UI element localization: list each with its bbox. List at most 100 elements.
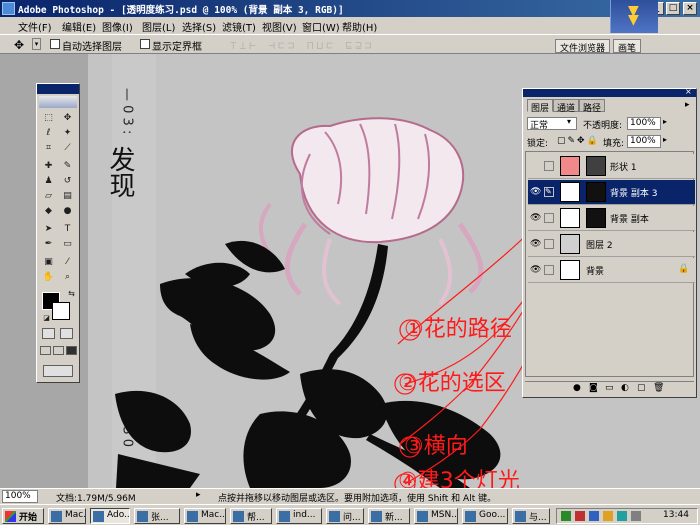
brush-icon[interactable]: ✎ — [544, 187, 554, 197]
eye-icon[interactable]: 👁 — [530, 240, 542, 250]
task-button[interactable]: 与... — [512, 508, 550, 524]
task-button[interactable]: 新... — [368, 508, 410, 524]
menu-help[interactable]: 帮助(H) — [342, 19, 377, 34]
brushes-tab[interactable]: 画笔 — [613, 39, 642, 54]
quick-mask-button[interactable] — [60, 328, 73, 339]
menu-file[interactable]: 文件(F) — [18, 19, 52, 34]
add-mask-icon[interactable]: ◙ — [589, 383, 598, 393]
eye-icon[interactable]: 👁 — [530, 188, 542, 198]
menu-select[interactable]: 选择(S) — [182, 19, 216, 34]
task-button[interactable]: 帮... — [230, 508, 272, 524]
screen-mode-full-menu[interactable] — [53, 346, 64, 355]
zoom-tool-icon[interactable]: ⌕ — [61, 271, 74, 284]
healing-brush-icon[interactable]: ✚ — [42, 160, 55, 173]
slice-tool-icon[interactable]: ⟋ — [61, 142, 74, 155]
new-set-icon[interactable]: ▭ — [605, 383, 614, 393]
visibility-toggle[interactable] — [530, 162, 542, 172]
layer-row-layer2[interactable]: 👁 图层 2 — [528, 232, 695, 257]
zoom-field[interactable]: 100% — [2, 490, 38, 503]
expand-arrow-icon[interactable]: ▸ — [196, 490, 201, 500]
type-tool-icon[interactable]: T — [61, 223, 74, 236]
path-select-icon[interactable]: ➤ — [42, 223, 55, 236]
opacity-field[interactable]: 100% — [627, 117, 661, 130]
new-layer-icon[interactable]: ▢ — [637, 383, 646, 393]
eye-icon[interactable]: 👁 — [530, 214, 542, 224]
toolbox-titlebar[interactable] — [37, 84, 79, 94]
menu-view[interactable]: 视图(V) — [262, 19, 297, 34]
menu-window[interactable]: 窗口(W) — [302, 19, 340, 34]
move-tool-icon[interactable]: ✥ — [14, 38, 24, 52]
layer-name[interactable]: 背景 副本 — [610, 212, 649, 225]
jump-to-imageready-button[interactable] — [43, 365, 73, 377]
tool-preset-dropdown[interactable]: ▾ — [32, 38, 41, 50]
menu-filter[interactable]: 滤镜(T) — [222, 19, 256, 34]
file-browser-tab[interactable]: 文件浏览器 — [555, 39, 611, 54]
lock-options-icons[interactable]: ▢✎✥🔒 — [557, 136, 600, 146]
tab-layers[interactable]: 图层 — [527, 99, 554, 114]
task-button[interactable]: Mac... — [48, 508, 86, 524]
panel-titlebar[interactable] — [523, 89, 696, 97]
start-button[interactable]: 开始 — [2, 508, 44, 524]
link-toggle[interactable] — [544, 161, 554, 171]
swap-colors-icon[interactable]: ⇆ — [65, 288, 78, 301]
brush-tool-icon[interactable]: ✎ — [61, 160, 74, 173]
screen-mode-standard[interactable] — [40, 346, 51, 355]
tray-icon[interactable] — [603, 511, 613, 521]
menu-image[interactable]: 图像(I) — [102, 19, 133, 34]
show-bounding-box-checkbox[interactable] — [140, 39, 150, 49]
blur-tool-icon[interactable]: ◆ — [42, 205, 55, 218]
dodge-tool-icon[interactable]: ● — [61, 205, 74, 218]
task-button[interactable]: Mac... — [184, 508, 226, 524]
layer-row-shape1[interactable]: 形状 1 — [528, 154, 695, 179]
default-colors-icon[interactable]: ◪ — [40, 312, 53, 325]
task-button[interactable]: 问... — [326, 508, 364, 524]
link-toggle[interactable] — [544, 239, 554, 249]
layer-name[interactable]: 图层 2 — [586, 238, 613, 251]
link-toggle[interactable] — [544, 213, 554, 223]
magic-wand-icon[interactable]: ✦ — [61, 127, 74, 140]
tray-icon[interactable] — [575, 511, 585, 521]
layer-row-bg-copy[interactable]: 👁 背景 副本 — [528, 206, 695, 231]
clone-stamp-icon[interactable]: ♟ — [42, 175, 55, 188]
lasso-tool-icon[interactable]: ℓ — [42, 127, 55, 140]
history-brush-icon[interactable]: ↺ — [61, 175, 74, 188]
gradient-tool-icon[interactable]: ▤ — [61, 190, 74, 203]
photoshop-logo[interactable]: ▼ ▼ — [610, 0, 658, 33]
eyedropper-icon[interactable]: ⁄ — [61, 256, 74, 269]
hand-tool-icon[interactable]: ✋ — [42, 271, 55, 284]
task-button-photoshop[interactable]: Ado... — [90, 508, 130, 524]
layer-name[interactable]: 形状 1 — [610, 160, 637, 173]
screen-mode-full[interactable] — [66, 346, 77, 355]
layer-name[interactable]: 背景 — [586, 264, 604, 277]
task-button[interactable]: MSN... — [414, 508, 458, 524]
trash-icon[interactable]: 🗑 — [653, 383, 664, 393]
tab-channels[interactable]: 通道 — [553, 99, 580, 114]
pen-tool-icon[interactable]: ✒ — [42, 238, 55, 251]
tray-icon[interactable] — [631, 511, 641, 521]
clock[interactable]: 13:44 — [663, 510, 689, 520]
tray-icon[interactable] — [561, 511, 571, 521]
panel-close-icon[interactable]: × — [685, 88, 694, 96]
opacity-slider-arrow-icon[interactable]: ▸ — [663, 117, 667, 126]
fill-field[interactable]: 100% — [627, 135, 661, 148]
crop-tool-icon[interactable]: ⌗ — [42, 142, 55, 155]
eye-icon[interactable]: 👁 — [530, 266, 542, 276]
task-button[interactable]: 张... — [134, 508, 180, 524]
tray-icon[interactable] — [589, 511, 599, 521]
layer-style-icon[interactable]: ● — [573, 383, 581, 393]
task-button[interactable]: ind... — [276, 508, 322, 524]
panel-menu-arrow-icon[interactable]: ▸ — [685, 100, 690, 110]
layer-row-bg-copy3[interactable]: 👁 ✎ 背景 副本 3 — [528, 180, 695, 205]
maximize-button[interactable]: □ — [666, 2, 680, 15]
layer-row-background[interactable]: 👁 背景 🔒 — [528, 258, 695, 283]
link-toggle[interactable] — [544, 265, 554, 275]
marquee-tool-icon[interactable]: ⬚ — [42, 112, 55, 125]
adjustment-layer-icon[interactable]: ◐ — [621, 383, 629, 393]
menu-layer[interactable]: 图层(L) — [142, 19, 175, 34]
task-button[interactable]: Goo... — [462, 508, 508, 524]
standard-mode-button[interactable] — [42, 328, 55, 339]
close-button[interactable]: × — [683, 2, 697, 15]
eraser-tool-icon[interactable]: ▱ — [42, 190, 55, 203]
background-color-swatch[interactable] — [52, 302, 70, 320]
move-tool-icon[interactable]: ✥ — [61, 112, 74, 125]
